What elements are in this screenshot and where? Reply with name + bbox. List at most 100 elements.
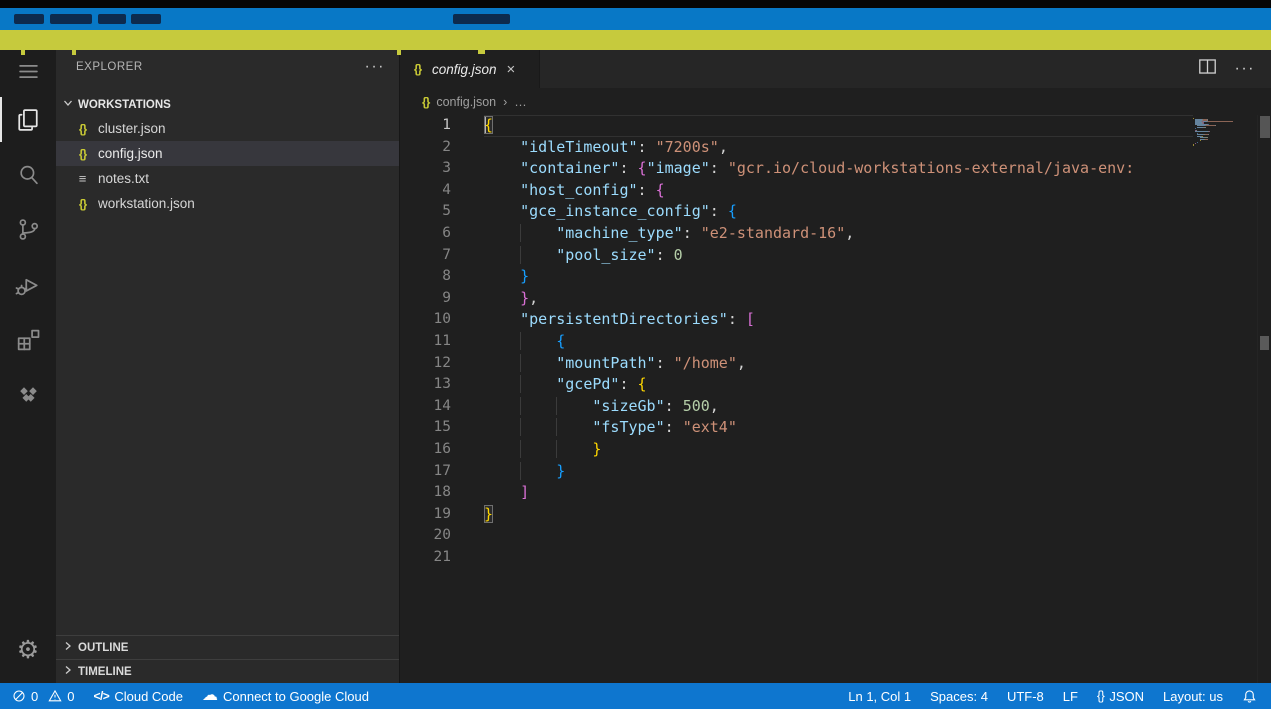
panel-timeline[interactable]: TIMELINE xyxy=(56,659,399,683)
file-cluster-json[interactable]: {}cluster.json xyxy=(56,116,399,141)
line-number: 4 xyxy=(400,180,451,202)
file-label: workstation.json xyxy=(98,196,195,211)
status-label: Layout: us xyxy=(1163,689,1223,704)
status-label: 0 xyxy=(31,689,38,704)
code-line: { xyxy=(484,115,1193,137)
code-line: }, xyxy=(484,288,1193,310)
error-icon xyxy=(12,689,26,703)
status-notifications[interactable] xyxy=(1242,689,1257,704)
file-notes-txt[interactable]: ≡notes.txt xyxy=(56,166,399,191)
line-number: 18 xyxy=(400,482,451,504)
status-bar: 00</>Cloud Code☁Connect to Google Cloud … xyxy=(0,683,1271,709)
code-line: "mountPath": "/home", xyxy=(484,353,1193,375)
screen-top-edge xyxy=(0,0,1271,8)
titlebar-text-illegible xyxy=(453,14,510,24)
titlebar-text-illegible xyxy=(14,14,44,24)
status-cloud-code[interactable]: </> Cloud Code xyxy=(93,689,183,704)
status-label: 0 xyxy=(67,689,74,704)
titlebar-text-illegible xyxy=(50,14,92,24)
folder-workstations[interactable]: WORKSTATIONS xyxy=(56,93,399,116)
scrollbar-thumb[interactable] xyxy=(1260,116,1270,138)
code-line: } xyxy=(484,504,1193,526)
minimap[interactable] xyxy=(1193,115,1257,683)
breadcrumb-separator-icon: › xyxy=(503,95,507,109)
tab-config-json[interactable]: {} config.json × xyxy=(400,50,540,88)
code-line: "pool_size": 0 xyxy=(484,245,1193,267)
activity-source-control-icon[interactable] xyxy=(0,202,56,257)
status-eol[interactable]: LF xyxy=(1063,689,1078,704)
status-connect-google-cloud[interactable]: ☁ Connect to Google Cloud xyxy=(202,688,369,704)
sidebar-title: EXPLORER xyxy=(76,61,143,73)
line-number: 1 xyxy=(400,115,451,137)
line-number: 2 xyxy=(400,137,451,159)
banner-tick xyxy=(72,50,76,55)
activity-explorer-icon[interactable] xyxy=(0,92,56,147)
panel-label: TIMELINE xyxy=(78,666,132,678)
tab-bar: {} config.json × ··· xyxy=(400,50,1271,88)
activity-run-debug-icon[interactable] xyxy=(0,257,56,312)
status-label: Spaces: 4 xyxy=(930,689,988,704)
code-line: "persistentDirectories": [ xyxy=(484,309,1193,331)
json-file-icon: {} xyxy=(410,62,425,76)
file-label: notes.txt xyxy=(98,171,149,186)
code-line: "sizeGb": 500, xyxy=(484,396,1193,418)
banner-tick xyxy=(478,50,485,54)
breadcrumb-file[interactable]: config.json xyxy=(436,95,496,109)
braces-icon: {} xyxy=(1097,689,1104,703)
browser-titlebar xyxy=(0,8,1271,30)
line-number: 15 xyxy=(400,417,451,439)
file-workstation-json[interactable]: {}workstation.json xyxy=(56,191,399,216)
activity-settings-icon[interactable]: ⚙ xyxy=(0,622,56,677)
status-label: Cloud Code xyxy=(114,689,183,704)
activity-search-icon[interactable] xyxy=(0,147,56,202)
code-line: } xyxy=(484,266,1193,288)
code-icon: </> xyxy=(93,689,109,703)
split-editor-icon[interactable] xyxy=(1198,57,1217,81)
file-tree: WORKSTATIONS {}cluster.json{}config.json… xyxy=(56,84,399,635)
status-problems[interactable]: 00 xyxy=(12,689,74,704)
line-number: 17 xyxy=(400,461,451,483)
line-number: 11 xyxy=(400,331,451,353)
status-language-mode[interactable]: {} JSON xyxy=(1097,689,1144,704)
line-number: 3 xyxy=(400,158,451,180)
file-config-json[interactable]: {}config.json xyxy=(56,141,399,166)
code-line: "gce_instance_config": { xyxy=(484,201,1193,223)
status-encoding[interactable]: UTF-8 xyxy=(1007,689,1044,704)
sidebar-more-actions-icon[interactable]: ··· xyxy=(365,58,385,76)
activity-cloud-code-icon[interactable] xyxy=(0,367,56,422)
line-number: 7 xyxy=(400,245,451,267)
chevron-down-icon xyxy=(60,97,75,112)
screen: ⚙ EXPLORER ··· WORKSTATIONS {}cluster.js… xyxy=(0,0,1271,709)
code-line: } xyxy=(484,461,1193,483)
status-keyboard-layout[interactable]: Layout: us xyxy=(1163,689,1223,704)
editor-actions: ··· xyxy=(1198,50,1271,88)
code-line: ] xyxy=(484,482,1193,504)
editor-more-actions-icon[interactable]: ··· xyxy=(1235,60,1255,78)
panel-outline[interactable]: OUTLINE xyxy=(56,635,399,659)
breadcrumb: {} config.json › … xyxy=(400,88,1271,115)
activity-extensions-icon[interactable] xyxy=(0,312,56,367)
cloud-icon: ☁ xyxy=(202,688,218,704)
status-cursor-position[interactable]: Ln 1, Col 1 xyxy=(848,689,911,704)
file-label: cluster.json xyxy=(98,121,166,136)
line-number: 9 xyxy=(400,288,451,310)
line-number: 6 xyxy=(400,223,451,245)
status-label: Ln 1, Col 1 xyxy=(848,689,911,704)
line-number: 14 xyxy=(400,396,451,418)
code-content[interactable]: { "idleTimeout": "7200s", "container": {… xyxy=(484,115,1193,683)
line-number: 12 xyxy=(400,353,451,375)
status-label: Connect to Google Cloud xyxy=(223,689,369,704)
line-number: 13 xyxy=(400,374,451,396)
breadcrumb-symbols[interactable]: … xyxy=(514,95,527,109)
code-line: "idleTimeout": "7200s", xyxy=(484,137,1193,159)
activity-menu-icon[interactable] xyxy=(0,50,56,92)
explorer-sidebar: EXPLORER ··· WORKSTATIONS {}cluster.json… xyxy=(56,50,399,683)
status-label: JSON xyxy=(1109,689,1144,704)
banner-tick xyxy=(397,50,401,55)
titlebar-text-illegible xyxy=(131,14,161,24)
notification-banner xyxy=(0,30,1271,50)
close-tab-icon[interactable]: × xyxy=(507,61,516,78)
line-number: 10 xyxy=(400,309,451,331)
editor-scrollbar[interactable] xyxy=(1257,115,1271,683)
status-indentation[interactable]: Spaces: 4 xyxy=(930,689,988,704)
